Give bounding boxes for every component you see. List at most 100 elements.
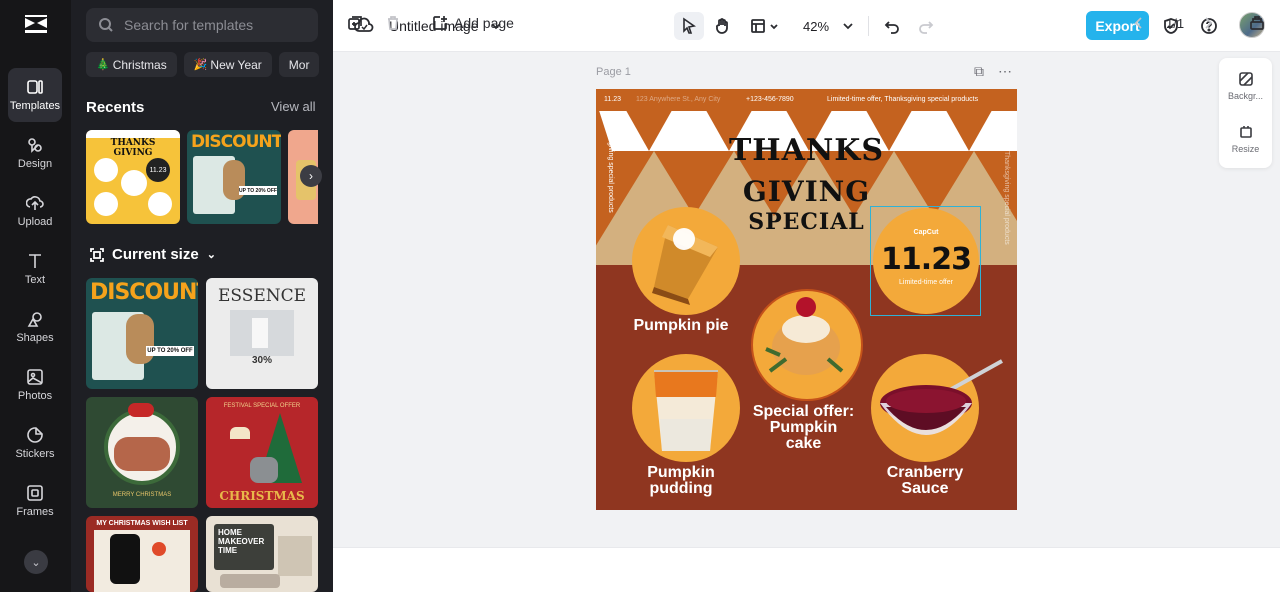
rail-item-upload[interactable]: Upload bbox=[8, 184, 62, 238]
design-title-line2: GIVING bbox=[742, 175, 871, 208]
page-manager-button[interactable] bbox=[1249, 12, 1265, 34]
add-page-button[interactable]: Add page bbox=[432, 12, 514, 34]
more-options-icon[interactable]: ⋯ bbox=[998, 63, 1012, 80]
zoom-level: 42% bbox=[802, 18, 830, 34]
template-title: CHRISTMAS bbox=[219, 489, 305, 503]
recent-thumb-title: THANKS GIVING bbox=[110, 138, 156, 158]
resize-tool-label: Resize bbox=[1231, 144, 1260, 154]
rail-item-shapes[interactable]: Shapes bbox=[8, 300, 62, 354]
chevron-down-icon bbox=[843, 23, 853, 30]
rail-label: Shapes bbox=[16, 332, 54, 344]
chip-new-year[interactable]: 🎉 New Year bbox=[183, 52, 272, 77]
recent-thumb-badge: UP TO 20% OFF bbox=[239, 186, 277, 195]
duplicate-page-button[interactable] bbox=[347, 12, 363, 34]
resize-tool[interactable]: Resize bbox=[1219, 124, 1272, 154]
party-popper-icon: 🎉 bbox=[193, 59, 208, 71]
rail-label: Templates bbox=[9, 100, 61, 112]
template-search-box[interactable]: Search for templates bbox=[86, 8, 318, 42]
resize-frame-icon bbox=[90, 247, 104, 262]
select-tool-button[interactable] bbox=[674, 12, 704, 40]
recent-template-thanksgiving[interactable]: THANKS GIVING 11.23 bbox=[86, 130, 180, 224]
hand-tool-button[interactable] bbox=[710, 12, 736, 40]
previous-page-button[interactable] bbox=[1131, 12, 1147, 34]
next-page-button[interactable] bbox=[1200, 12, 1216, 34]
rail-item-photos[interactable]: Photos bbox=[8, 358, 62, 412]
item-label: Sauce bbox=[901, 480, 949, 497]
item-label: cake bbox=[785, 435, 822, 452]
template-badge: 30% bbox=[251, 355, 272, 366]
trash-icon bbox=[388, 16, 398, 30]
template-title: MY CHRISTMAS WISH LIST bbox=[96, 520, 188, 527]
template-merry-christmas[interactable]: MERRY CHRISTMAS bbox=[86, 397, 198, 508]
rail-item-text[interactable]: Text bbox=[8, 242, 62, 296]
page-counter: 1/1 bbox=[1166, 15, 1185, 31]
chevron-left-icon bbox=[1134, 17, 1142, 29]
recents-carousel: THANKS GIVING 11.23 DISCOUNT UP TO 20% O… bbox=[86, 130, 318, 224]
resize-icon bbox=[1239, 126, 1252, 138]
chevron-down-icon bbox=[770, 24, 778, 30]
duplicate-page-icon[interactable]: ⧉ bbox=[974, 63, 984, 80]
delete-page-button[interactable] bbox=[385, 12, 401, 34]
view-all-link[interactable]: View all bbox=[271, 99, 316, 114]
template-title: HOME MAKEOVER TIME bbox=[218, 528, 265, 555]
search-placeholder: Search for templates bbox=[124, 17, 254, 33]
hand-icon bbox=[716, 18, 728, 34]
more-icon[interactable]: ⌄ bbox=[24, 550, 48, 574]
recent-thumb-title: DISCOUNT bbox=[191, 132, 281, 152]
rail-item-stickers[interactable]: Stickers bbox=[8, 416, 62, 470]
recent-thumb-date: 11.23 bbox=[146, 158, 170, 182]
design-info-offer: Limited-time offer, Thanksgiving special… bbox=[827, 96, 979, 103]
chip-more[interactable]: Mor bbox=[278, 52, 320, 77]
recents-title: Recents bbox=[86, 99, 145, 116]
carousel-next-button[interactable]: › bbox=[300, 165, 322, 187]
rail-item-templates[interactable]: Templates bbox=[8, 68, 62, 122]
recent-template-discount[interactable]: DISCOUNT UP TO 20% OFF bbox=[187, 130, 281, 224]
rail-label: Text bbox=[24, 274, 46, 286]
current-size-dropdown[interactable]: Current size ⌄ bbox=[90, 246, 216, 263]
rail-item-design[interactable]: Design bbox=[8, 126, 62, 180]
christmas-tree-icon: 🎄 bbox=[96, 59, 110, 71]
zoom-dropdown[interactable]: 42% bbox=[800, 12, 858, 40]
cursor-arrow-icon bbox=[683, 17, 696, 34]
background-tool[interactable]: Backgr... bbox=[1219, 71, 1272, 101]
add-page-label: Add page bbox=[454, 15, 514, 31]
frames-icon bbox=[27, 485, 43, 501]
item-label: Pumpkin bbox=[769, 419, 838, 436]
chip-christmas[interactable]: 🎄 Christmas bbox=[86, 52, 177, 77]
template-essence[interactable]: ESSENCE 30% bbox=[206, 278, 318, 389]
design-title-line1: THANKS bbox=[728, 133, 885, 168]
pumpkin-cake-image bbox=[765, 297, 844, 375]
item-label: Special offer: bbox=[752, 403, 855, 420]
layout-menu-button[interactable] bbox=[748, 12, 782, 40]
template-wish-list[interactable]: MY CHRISTMAS WISH LIST bbox=[86, 516, 198, 592]
undo-button[interactable] bbox=[882, 12, 902, 40]
chevron-down-icon: ⌄ bbox=[206, 249, 216, 261]
chevron-right-icon bbox=[1205, 17, 1213, 29]
search-icon bbox=[99, 18, 113, 32]
capcut-logo-icon[interactable] bbox=[22, 12, 50, 38]
selection-box[interactable] bbox=[870, 206, 981, 316]
redo-icon bbox=[919, 21, 934, 34]
text-icon bbox=[29, 254, 41, 268]
template-discount[interactable]: DISCOUNT UP TO 20% OFF bbox=[86, 278, 198, 389]
rail-item-frames[interactable]: Frames bbox=[8, 474, 62, 528]
pumpkin-pie-image bbox=[652, 225, 718, 305]
template-home-makeover[interactable]: HOME MAKEOVER TIME bbox=[206, 516, 318, 592]
duplicate-icon bbox=[348, 16, 362, 30]
templates-panel: Search for templates 🎄 Christmas 🎉 New Yea… bbox=[71, 0, 333, 592]
current-size-title: Current size bbox=[112, 246, 199, 263]
item-label: Pumpkin pie bbox=[633, 317, 729, 334]
layout-icon bbox=[751, 19, 765, 33]
category-chips: 🎄 Christmas 🎉 New Year Mor bbox=[86, 52, 333, 78]
page-tools: ⧉ ⋯ bbox=[974, 63, 1012, 80]
templates-icon bbox=[27, 80, 43, 94]
template-christmas-sale[interactable]: FESTIVAL SPECIAL OFFER CHRISTMAS bbox=[206, 397, 318, 508]
stickers-icon bbox=[27, 427, 43, 443]
redo-button[interactable] bbox=[916, 12, 936, 40]
page-label: Page 1 bbox=[596, 66, 631, 78]
toolbar-divider bbox=[868, 16, 869, 36]
chip-label: Christmas bbox=[112, 57, 167, 72]
rail-label: Upload bbox=[17, 216, 53, 228]
background-tool-label: Backgr... bbox=[1227, 91, 1263, 101]
chip-label: New Year bbox=[210, 57, 262, 72]
